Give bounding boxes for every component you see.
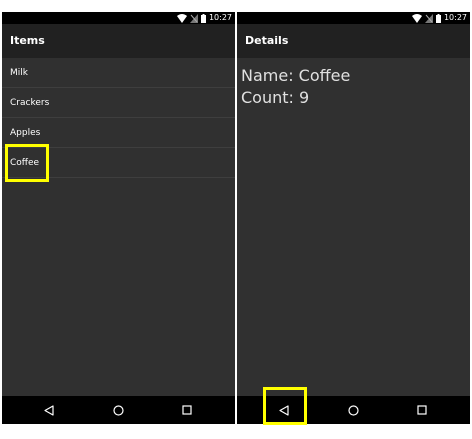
list-screen: 10:27 Items Milk Crackers Apples Coffee xyxy=(2,12,235,424)
nav-bar xyxy=(237,396,470,424)
list-item-milk[interactable]: Milk xyxy=(2,58,235,88)
back-icon xyxy=(44,404,54,416)
list-item-label: Apples xyxy=(10,128,41,138)
detail-count: Count: 9 xyxy=(241,88,310,107)
app-bar: Details xyxy=(237,24,470,58)
home-icon xyxy=(347,404,359,416)
battery-icon xyxy=(200,13,206,23)
status-bar: 10:27 xyxy=(2,12,235,24)
wifi-icon xyxy=(411,13,422,23)
list-item-crackers[interactable]: Crackers xyxy=(2,88,235,118)
status-icons: 10:27 xyxy=(411,13,467,23)
back-button[interactable] xyxy=(275,401,293,419)
detail-name: Name: Coffee xyxy=(241,66,351,85)
home-button[interactable] xyxy=(109,401,127,419)
home-button[interactable] xyxy=(344,401,362,419)
app-bar: Items xyxy=(2,24,235,58)
recents-button[interactable] xyxy=(413,401,431,419)
items-list: Milk Crackers Apples Coffee xyxy=(2,58,235,396)
status-time: 10:27 xyxy=(443,13,467,22)
detail-screen: 10:27 Details Name: Coffee Count: 9 xyxy=(237,12,470,424)
status-icons: 10:27 xyxy=(176,13,232,23)
list-item-label: Crackers xyxy=(10,98,50,108)
status-time: 10:27 xyxy=(208,13,232,22)
details-content: Name: Coffee Count: 9 xyxy=(237,58,470,396)
list-item-label: Coffee xyxy=(10,158,40,168)
app-title: Details xyxy=(245,34,289,47)
recents-icon xyxy=(417,405,427,415)
home-icon xyxy=(112,404,124,416)
battery-icon xyxy=(435,13,441,23)
no-signal-icon xyxy=(424,13,433,23)
back-icon xyxy=(279,404,289,416)
back-button[interactable] xyxy=(40,401,58,419)
app-title: Items xyxy=(10,34,45,47)
wifi-icon xyxy=(176,13,187,23)
list-item-apples[interactable]: Apples xyxy=(2,118,235,148)
status-bar: 10:27 xyxy=(237,12,470,24)
nav-bar xyxy=(2,396,235,424)
list-item-coffee[interactable]: Coffee xyxy=(2,148,235,178)
recents-icon xyxy=(182,405,192,415)
no-signal-icon xyxy=(189,13,198,23)
recents-button[interactable] xyxy=(178,401,196,419)
list-item-label: Milk xyxy=(10,68,28,78)
